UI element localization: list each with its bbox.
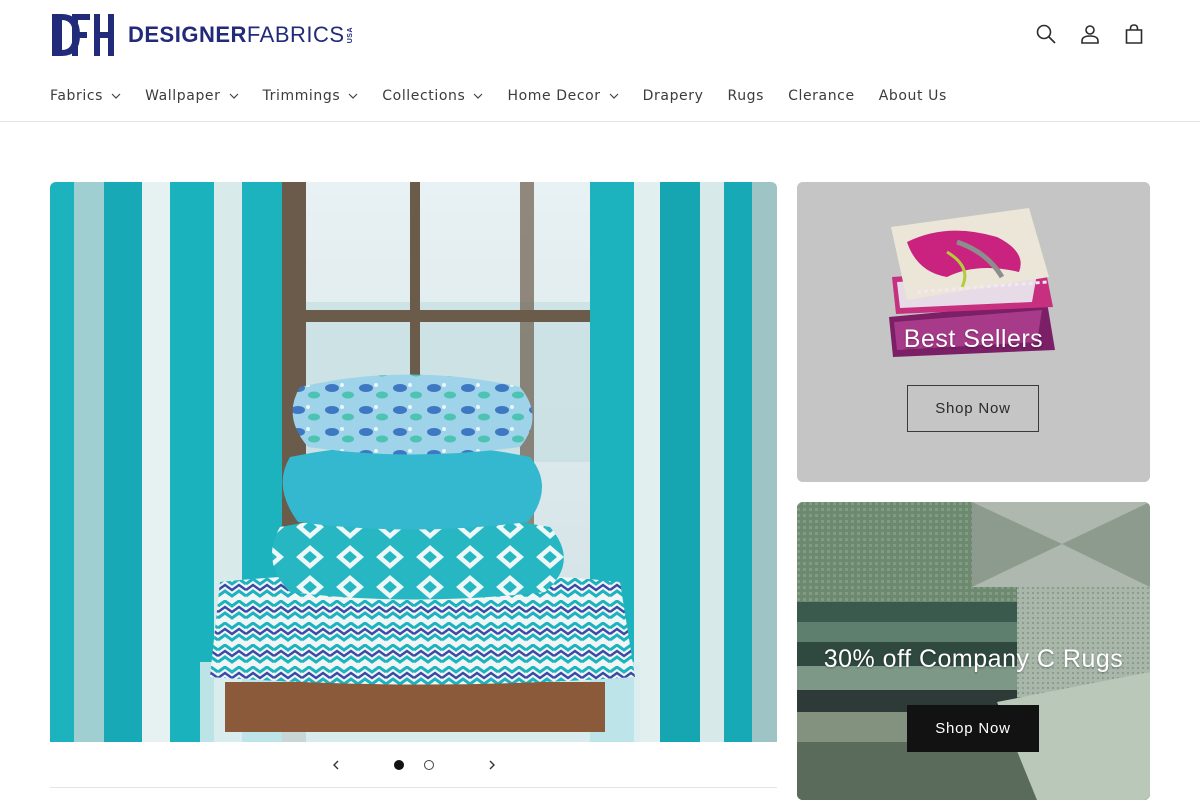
- slideshow-controls: [50, 742, 777, 788]
- nav-label: Clerance: [788, 88, 855, 104]
- nav-label: Fabrics: [50, 88, 104, 104]
- previous-slide-button[interactable]: [314, 743, 358, 787]
- nav-item-clearance[interactable]: Clerance: [788, 88, 855, 104]
- nav-item-about-us[interactable]: About Us: [879, 88, 947, 104]
- logo-word-fabrics: FABRICS: [246, 22, 345, 47]
- nav-label: Home Decor: [507, 88, 601, 104]
- nav-item-rugs[interactable]: Rugs: [728, 88, 765, 104]
- slide-dot-2[interactable]: [423, 759, 434, 770]
- chevron-right-icon: [489, 760, 495, 769]
- chevron-down-icon: [609, 91, 619, 101]
- nav-label: Rugs: [727, 88, 765, 104]
- logo-wordmark: DESIGNER FABRICS USA: [128, 12, 354, 58]
- site-header: DESIGNER FABRICS USA Fabrics Wallpaper T…: [0, 0, 1200, 122]
- nav-item-home-decor[interactable]: Home Decor: [507, 88, 619, 104]
- slide-dots: [393, 759, 434, 770]
- search-button[interactable]: [1026, 14, 1066, 54]
- chevron-down-icon: [473, 91, 483, 101]
- main-nav: Fabrics Wallpaper Trimmings Collections …: [50, 84, 971, 108]
- logo-monogram-icon: [50, 12, 116, 58]
- promo-title: 30% off Company C Rugs: [823, 645, 1124, 673]
- nav-label: Wallpaper: [145, 88, 221, 104]
- cart-button[interactable]: [1114, 14, 1154, 54]
- promo-title: Best Sellers: [903, 325, 1044, 353]
- chevron-down-icon: [348, 91, 358, 101]
- logo-word-designer: DESIGNER: [128, 22, 247, 47]
- slide-dot-1[interactable]: [393, 759, 404, 770]
- brand-logo[interactable]: DESIGNER FABRICS USA: [50, 12, 354, 58]
- search-icon: [1036, 24, 1056, 44]
- shop-best-sellers-button[interactable]: Shop Now: [907, 385, 1039, 432]
- nav-item-fabrics[interactable]: Fabrics: [50, 88, 121, 104]
- nav-item-drapery[interactable]: Drapery: [643, 88, 704, 104]
- account-icon: [1081, 25, 1099, 44]
- account-button[interactable]: [1070, 14, 1110, 54]
- nav-label: About Us: [878, 88, 947, 104]
- chevron-down-icon: [229, 91, 239, 101]
- nav-label: Drapery: [642, 88, 704, 104]
- nav-item-wallpaper[interactable]: Wallpaper: [145, 88, 238, 104]
- hero-slideshow[interactable]: [50, 182, 777, 742]
- chevron-down-icon: [111, 91, 121, 101]
- pillows-on-bench-image: [50, 182, 777, 742]
- nav-label: Trimmings: [262, 88, 341, 104]
- nav-item-trimmings[interactable]: Trimmings: [263, 88, 359, 104]
- nav-label: Collections: [382, 88, 466, 104]
- cart-icon: [1125, 24, 1143, 44]
- promo-card-best-sellers: Best Sellers Shop Now: [797, 182, 1150, 482]
- nav-item-collections[interactable]: Collections: [382, 88, 483, 104]
- shop-rugs-button[interactable]: Shop Now: [907, 705, 1039, 752]
- promo-card-rugs: 30% off Company C Rugs Shop Now: [797, 502, 1150, 800]
- next-slide-button[interactable]: [470, 743, 514, 787]
- header-actions: [1026, 14, 1154, 54]
- chevron-left-icon: [332, 760, 338, 769]
- logo-word-usa: USA: [346, 26, 354, 44]
